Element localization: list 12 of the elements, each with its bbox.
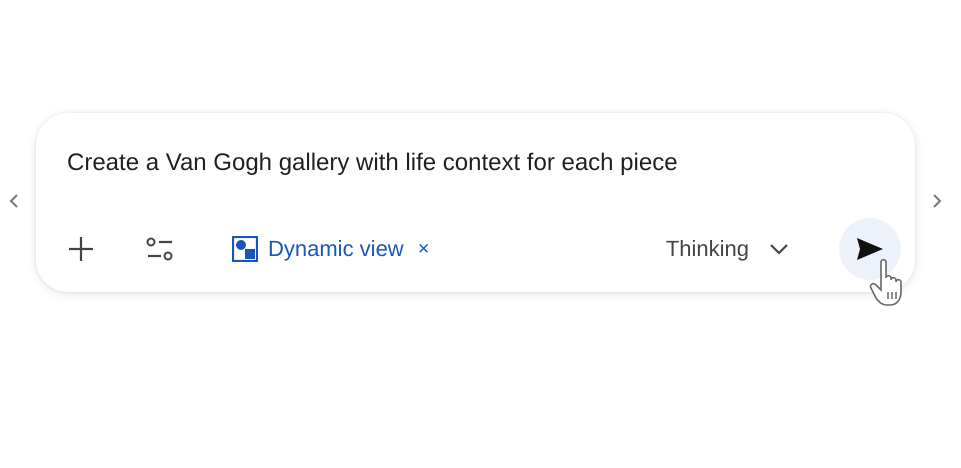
chevron-left-icon[interactable] bbox=[8, 192, 20, 208]
prompt-field[interactable]: Create a Van Gogh gallery with life context for each piece bbox=[67, 147, 678, 179]
tool-chip[interactable]: Dynamic view × bbox=[232, 236, 430, 262]
chip-label: Dynamic view bbox=[268, 236, 404, 262]
send-icon bbox=[857, 238, 883, 260]
sliders-icon[interactable] bbox=[146, 237, 174, 261]
remove-chip-button[interactable]: × bbox=[418, 238, 430, 260]
add-icon[interactable] bbox=[68, 236, 94, 262]
chevron-right-icon[interactable] bbox=[931, 192, 943, 208]
model-picker[interactable]: Thinking bbox=[666, 236, 789, 262]
dynamic-view-icon bbox=[232, 236, 258, 262]
chevron-down-icon bbox=[769, 243, 789, 255]
